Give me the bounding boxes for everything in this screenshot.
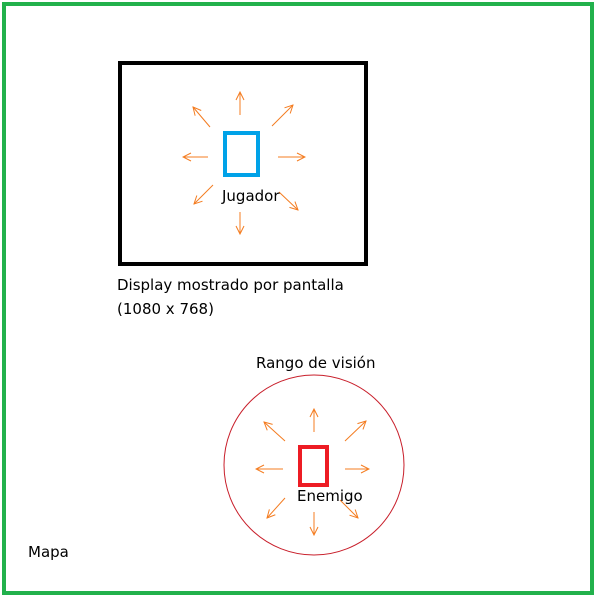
enemy-arrow-up-left [264,422,286,442]
map-label: Mapa [28,543,69,561]
player-label: Jugador [222,187,280,205]
enemy-arrow-up-right [344,421,366,442]
player-arrow-down-right [278,191,298,210]
player-arrow-up-right [271,105,293,127]
screen-display-rect [118,61,368,266]
player-arrow-up-left [193,107,211,128]
screen-caption-line2: (1080 x 768) [117,300,214,318]
screen-caption-line1: Display mostrado por pantalla [117,276,344,294]
player-arrows [183,92,305,234]
vision-range-label: Rango de visión [256,354,376,372]
player-rect [223,131,260,177]
enemy-label: Enemigo [297,487,363,505]
player-arrow-down-left [194,184,214,204]
enemy-rect [298,445,329,487]
enemy-arrow-down-left [267,497,286,518]
enemy-arrows [256,409,369,535]
